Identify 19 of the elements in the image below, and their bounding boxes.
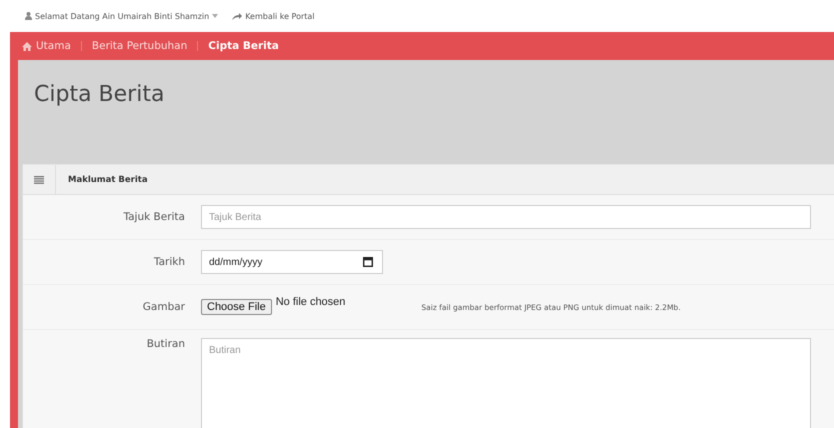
user-icon bbox=[25, 12, 32, 20]
share-arrow-icon bbox=[232, 12, 242, 20]
file-status: No file chosen bbox=[276, 296, 346, 308]
welcome-menu[interactable]: Selamat Datang Ain Umairah Binti Shamzin bbox=[25, 12, 218, 20]
choose-file-button[interactable]: Choose File bbox=[201, 299, 272, 315]
menu-icon bbox=[34, 176, 44, 184]
portal-link[interactable]: Kembali ke Portal bbox=[232, 12, 315, 20]
field-label: Tarikh bbox=[152, 256, 186, 268]
field-label: Butiran bbox=[146, 338, 186, 350]
field-label: Gambar bbox=[142, 301, 186, 313]
field-label: Tajuk Berita bbox=[122, 211, 186, 223]
date-input[interactable]: dd/mm/yyyy bbox=[201, 250, 383, 274]
caret-icon bbox=[212, 14, 218, 18]
calendar-icon bbox=[363, 257, 373, 267]
panel-title: Maklumat Berita bbox=[67, 174, 148, 184]
text-input[interactable]: Tajuk Berita bbox=[201, 205, 811, 229]
page-title: Cipta Berita bbox=[34, 82, 166, 107]
home-icon bbox=[22, 42, 32, 50]
details-textarea[interactable]: Butiran bbox=[201, 338, 811, 428]
